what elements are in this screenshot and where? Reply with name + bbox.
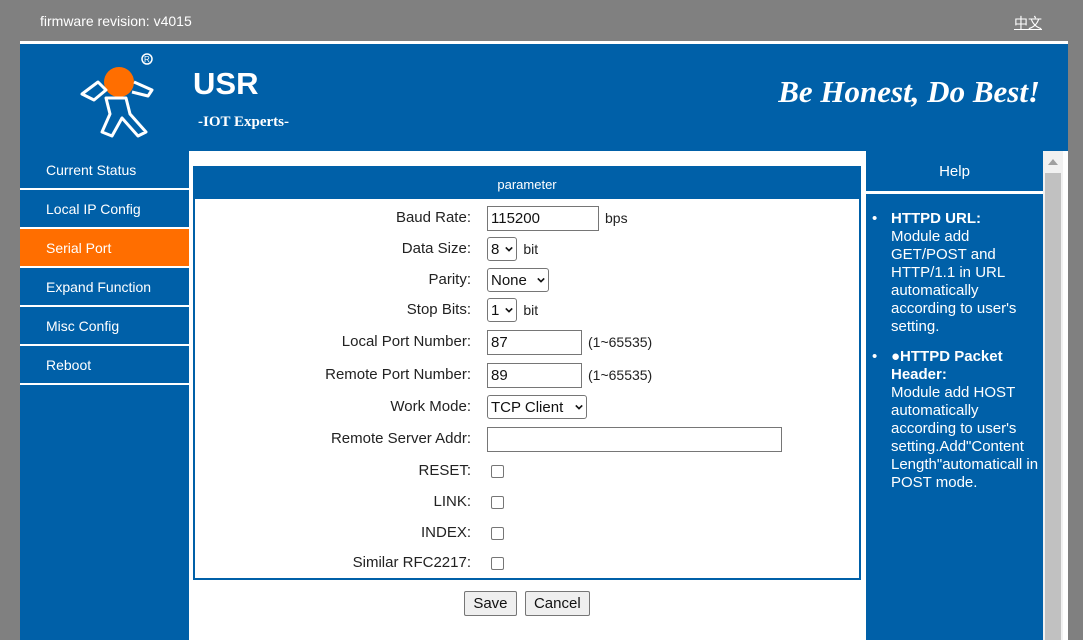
firmware-label: firmware revision: xyxy=(40,13,150,29)
stop-bits-row: Stop Bits: 1 bit xyxy=(195,296,863,324)
sidebar-item-misc-config[interactable]: Misc Config xyxy=(20,307,189,346)
baud-rate-unit: bps xyxy=(605,210,628,226)
rfc2217-label: Similar RFC2217: xyxy=(352,554,471,571)
sidebar-item-reboot[interactable]: Reboot xyxy=(20,346,189,385)
scroll-up-arrow-icon[interactable] xyxy=(1048,159,1058,165)
sidebar-item-expand-function[interactable]: Expand Function xyxy=(20,268,189,307)
stop-bits-label: Stop Bits: xyxy=(406,301,471,318)
chevron-down-icon xyxy=(537,277,545,283)
usr-runner-logo: R xyxy=(80,53,154,138)
svg-text:R: R xyxy=(144,55,150,64)
remote-server-label: Remote Server Addr: xyxy=(330,430,471,447)
parameter-panel: parameter Baud Rate: bps Data Size: 8 bi… xyxy=(193,166,861,580)
remote-server-input[interactable] xyxy=(487,426,782,452)
help-scrollbar[interactable] xyxy=(1043,151,1063,640)
index-label: INDEX: xyxy=(420,524,471,541)
baud-rate-input[interactable] xyxy=(487,205,599,231)
baud-rate-row: Baud Rate: bps xyxy=(195,204,863,232)
help-panel: Help HTTPD URL: Module add GET/POST and … xyxy=(866,151,1043,640)
work-mode-select[interactable]: TCP Client xyxy=(487,395,588,419)
sidebar-item-serial-port[interactable]: Serial Port xyxy=(20,229,189,268)
save-button[interactable]: Save xyxy=(464,591,517,616)
parity-value: None xyxy=(491,271,527,289)
local-port-input[interactable] xyxy=(487,329,582,355)
link-checkbox[interactable] xyxy=(491,495,504,509)
data-size-value: 8 xyxy=(491,240,500,258)
chevron-down-icon xyxy=(575,404,584,410)
local-port-range: (1~65535) xyxy=(588,334,653,350)
data-size-label: Data Size: xyxy=(401,240,471,257)
remote-port-row: Remote Port Number: (1~65535) xyxy=(195,361,863,389)
data-size-row: Data Size: 8 bit xyxy=(195,235,863,263)
rfc2217-checkbox[interactable] xyxy=(491,556,504,570)
work-mode-value: TCP Client xyxy=(491,398,564,416)
firmware-revision: firmware revision: v4015 xyxy=(40,13,192,29)
firmware-value: v4015 xyxy=(153,13,192,29)
banner: R USR -IOT Experts- Be Honest, Do Best! xyxy=(20,44,1068,151)
help-item: ●HTTPD Packet Header: Module add HOST au… xyxy=(872,348,1043,492)
chevron-down-icon xyxy=(505,307,514,313)
page: firmware revision: v4015 中文 R USR -IOT E… xyxy=(20,0,1068,640)
chevron-down-icon xyxy=(505,246,514,252)
reset-row: RESET: xyxy=(195,457,863,485)
work-mode-label: Work Mode: xyxy=(390,398,471,415)
parity-select[interactable]: None xyxy=(487,268,549,292)
panel-title: parameter xyxy=(195,168,859,199)
stop-bits-select[interactable]: 1 xyxy=(487,298,518,322)
slogan: Be Honest, Do Best! xyxy=(778,74,1040,109)
sidebar-nav: Current Status Local IP Config Serial Po… xyxy=(20,151,189,640)
help-item-title: ●HTTPD Packet Header: xyxy=(891,348,1003,383)
reset-label: RESET: xyxy=(418,462,471,479)
remote-port-label: Remote Port Number: xyxy=(325,366,471,383)
work-mode-row: Work Mode: TCP Client xyxy=(195,393,863,421)
help-item-body: Module add HOST automatically according … xyxy=(891,384,1039,491)
reset-checkbox[interactable] xyxy=(491,464,504,478)
parity-label: Parity: xyxy=(428,271,471,288)
index-checkbox[interactable] xyxy=(491,526,504,540)
local-port-row: Local Port Number: (1~65535) xyxy=(195,328,863,356)
brand-tagline: -IOT Experts- xyxy=(198,114,289,130)
cancel-button[interactable]: Cancel xyxy=(524,591,590,616)
help-list: HTTPD URL: Module add GET/POST and HTTP/… xyxy=(866,194,1043,492)
stop-bits-value: 1 xyxy=(491,301,500,319)
form-actions: Save Cancel xyxy=(193,591,861,616)
help-item-title: HTTPD URL: xyxy=(891,210,981,227)
remote-port-input[interactable] xyxy=(487,362,582,388)
language-link[interactable]: 中文 xyxy=(1014,13,1042,33)
link-row: LINK: xyxy=(195,488,863,516)
rfc2217-row: Similar RFC2217: xyxy=(195,549,863,577)
remote-server-row: Remote Server Addr: xyxy=(195,425,863,453)
help-item: HTTPD URL: Module add GET/POST and HTTP/… xyxy=(872,210,1043,336)
help-item-body: Module add GET/POST and HTTP/1.1 in URL … xyxy=(891,228,1017,335)
sidebar-item-current-status[interactable]: Current Status xyxy=(20,151,189,190)
scrollbar-thumb[interactable] xyxy=(1045,173,1061,640)
data-size-unit: bit xyxy=(523,241,539,257)
brand-name: USR xyxy=(193,66,259,101)
baud-rate-label: Baud Rate: xyxy=(395,209,471,226)
link-label: LINK: xyxy=(433,493,471,510)
data-size-select[interactable]: 8 xyxy=(487,237,518,261)
sidebar-item-local-ip-config[interactable]: Local IP Config xyxy=(20,190,189,229)
remote-port-range: (1~65535) xyxy=(588,367,653,383)
main-content: parameter Baud Rate: bps Data Size: 8 bi… xyxy=(193,151,863,640)
help-title: Help xyxy=(866,151,1043,194)
index-row: INDEX: xyxy=(195,519,863,547)
parity-row: Parity: None xyxy=(195,266,863,294)
local-port-label: Local Port Number: xyxy=(341,333,471,350)
stop-bits-unit: bit xyxy=(523,302,539,318)
top-bar: firmware revision: v4015 中文 xyxy=(20,0,1068,44)
